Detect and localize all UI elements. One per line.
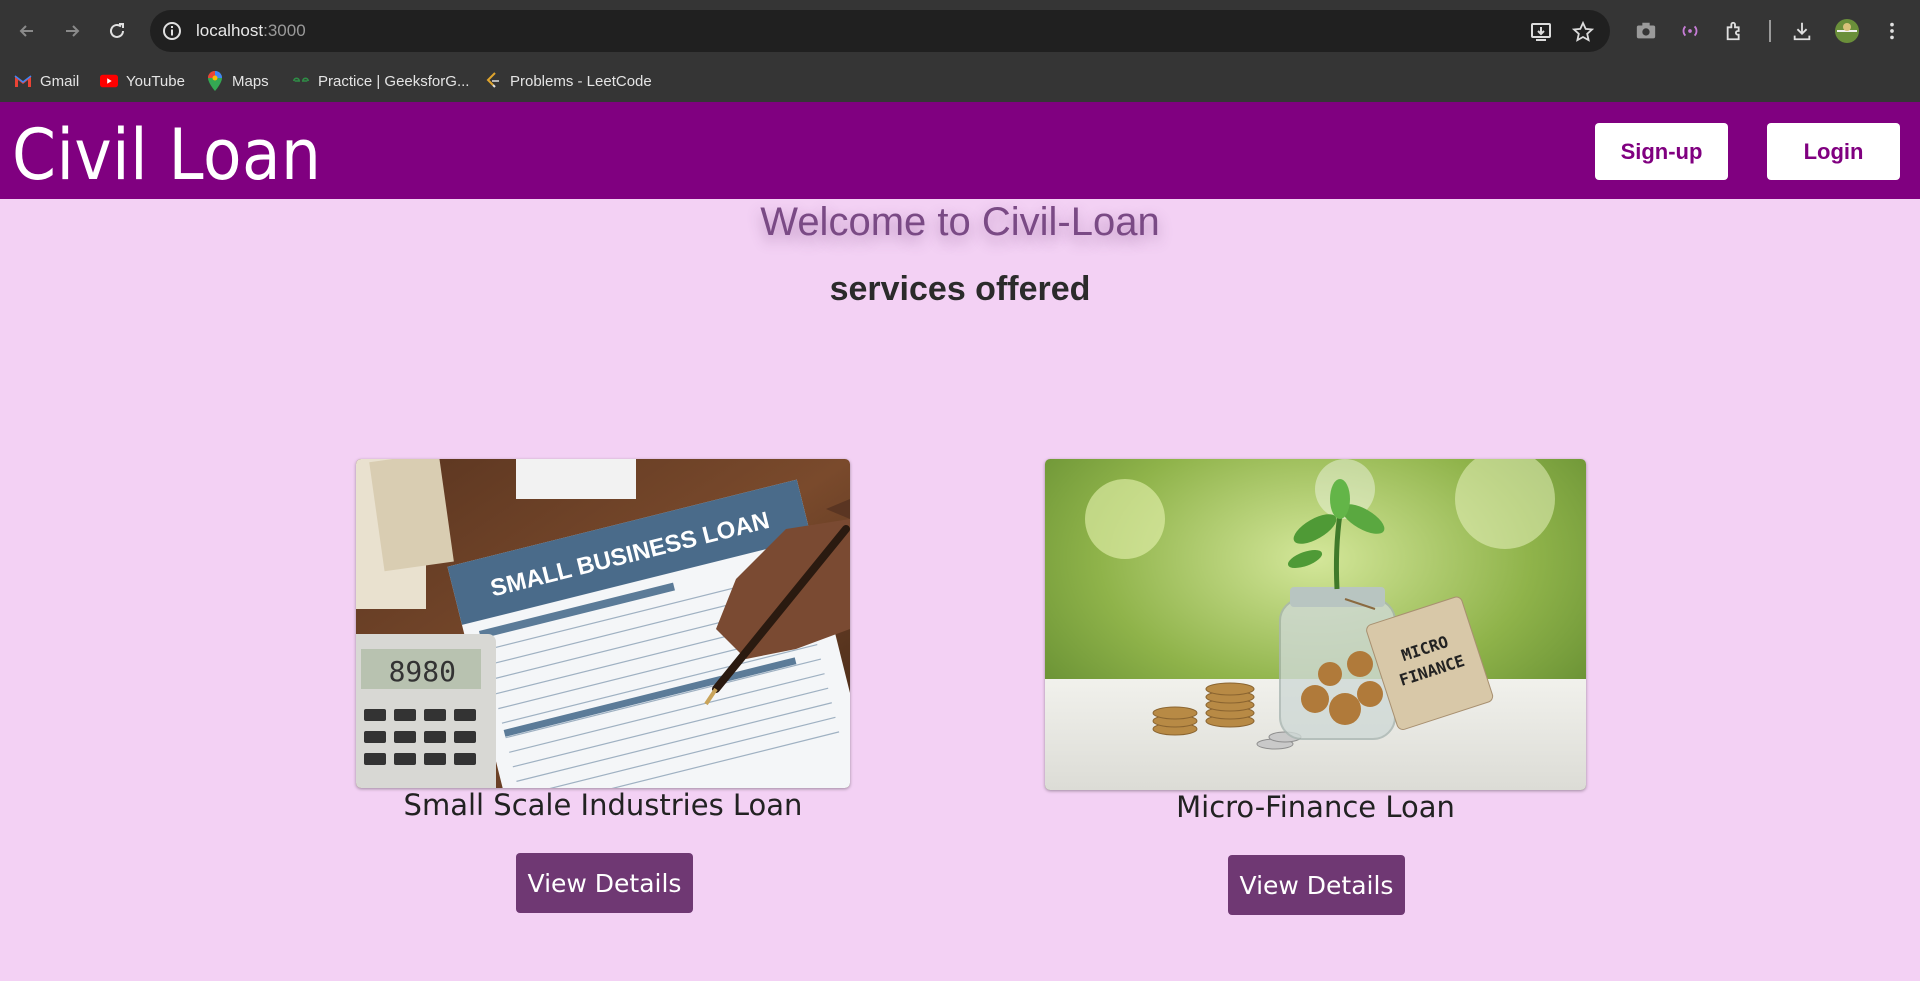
avatar-icon bbox=[1835, 19, 1859, 43]
site-info-icon[interactable] bbox=[162, 21, 182, 41]
screenshot-button[interactable] bbox=[1633, 18, 1659, 44]
profile-button[interactable] bbox=[1834, 18, 1860, 44]
url-text: localhost:3000 bbox=[196, 21, 306, 40]
forward-button[interactable] bbox=[54, 13, 90, 49]
bookmark-gmail[interactable]: Gmail bbox=[14, 70, 79, 92]
bookmark-maps[interactable]: Maps bbox=[206, 70, 269, 92]
brand-logo-text[interactable]: Civil Loan bbox=[12, 114, 321, 196]
signup-button[interactable]: Sign-up bbox=[1595, 123, 1728, 180]
kebab-menu-icon bbox=[1890, 22, 1894, 40]
small-business-loan-image: SMALL BUSINESS LOAN 8980 bbox=[356, 459, 850, 788]
cast-button[interactable] bbox=[1677, 18, 1703, 44]
micro-finance-image: MICRO FINANCE bbox=[1045, 459, 1586, 790]
geeksforgeeks-icon bbox=[292, 72, 310, 90]
bookmark-geeksforgeeks[interactable]: Practice | GeeksforG... bbox=[292, 70, 469, 92]
card-title-small-scale: Small Scale Industries Loan bbox=[403, 788, 803, 822]
toolbar-divider bbox=[1769, 20, 1771, 42]
reload-button[interactable] bbox=[99, 13, 135, 49]
camera-icon bbox=[1636, 22, 1656, 39]
puzzle-icon bbox=[1726, 21, 1740, 41]
extensions-button[interactable] bbox=[1722, 18, 1748, 44]
arrow-right-icon bbox=[66, 25, 80, 37]
login-button[interactable]: Login bbox=[1767, 123, 1900, 180]
view-details-button-micro-finance[interactable]: View Details bbox=[1228, 855, 1405, 915]
maps-icon bbox=[206, 71, 224, 91]
services-heading: services offered bbox=[829, 270, 1091, 308]
browser-toolbar: localhost:3000 bbox=[0, 0, 1920, 61]
bookmark-leetcode[interactable]: Problems - LeetCode bbox=[484, 70, 652, 92]
downloads-button[interactable] bbox=[1789, 18, 1815, 44]
bookmarks-bar: Gmail YouTube Maps Practice | GeeksforG.… bbox=[0, 61, 1920, 102]
site-header: Civil Loan Sign-up Login bbox=[0, 102, 1920, 199]
youtube-icon bbox=[100, 72, 118, 90]
back-button[interactable] bbox=[9, 13, 45, 49]
reload-icon bbox=[110, 23, 124, 38]
gmail-icon bbox=[14, 72, 32, 90]
welcome-heading: Welcome to Civil-Loan bbox=[760, 200, 1160, 244]
bookmark-youtube[interactable]: YouTube bbox=[100, 70, 185, 92]
address-bar[interactable]: localhost:3000 bbox=[150, 10, 1610, 52]
download-icon bbox=[1793, 22, 1811, 41]
install-app-icon[interactable] bbox=[1530, 21, 1552, 43]
svg-text:8980: 8980 bbox=[389, 655, 456, 688]
chrome-menu-button[interactable] bbox=[1879, 18, 1905, 44]
bookmark-star-icon[interactable] bbox=[1572, 21, 1594, 43]
card-title-micro-finance: Micro-Finance Loan bbox=[1176, 790, 1455, 824]
view-details-button-small-scale[interactable]: View Details bbox=[516, 853, 693, 913]
broadcast-icon bbox=[1682, 25, 1698, 37]
arrow-left-icon bbox=[19, 25, 33, 37]
leetcode-icon bbox=[484, 72, 502, 90]
